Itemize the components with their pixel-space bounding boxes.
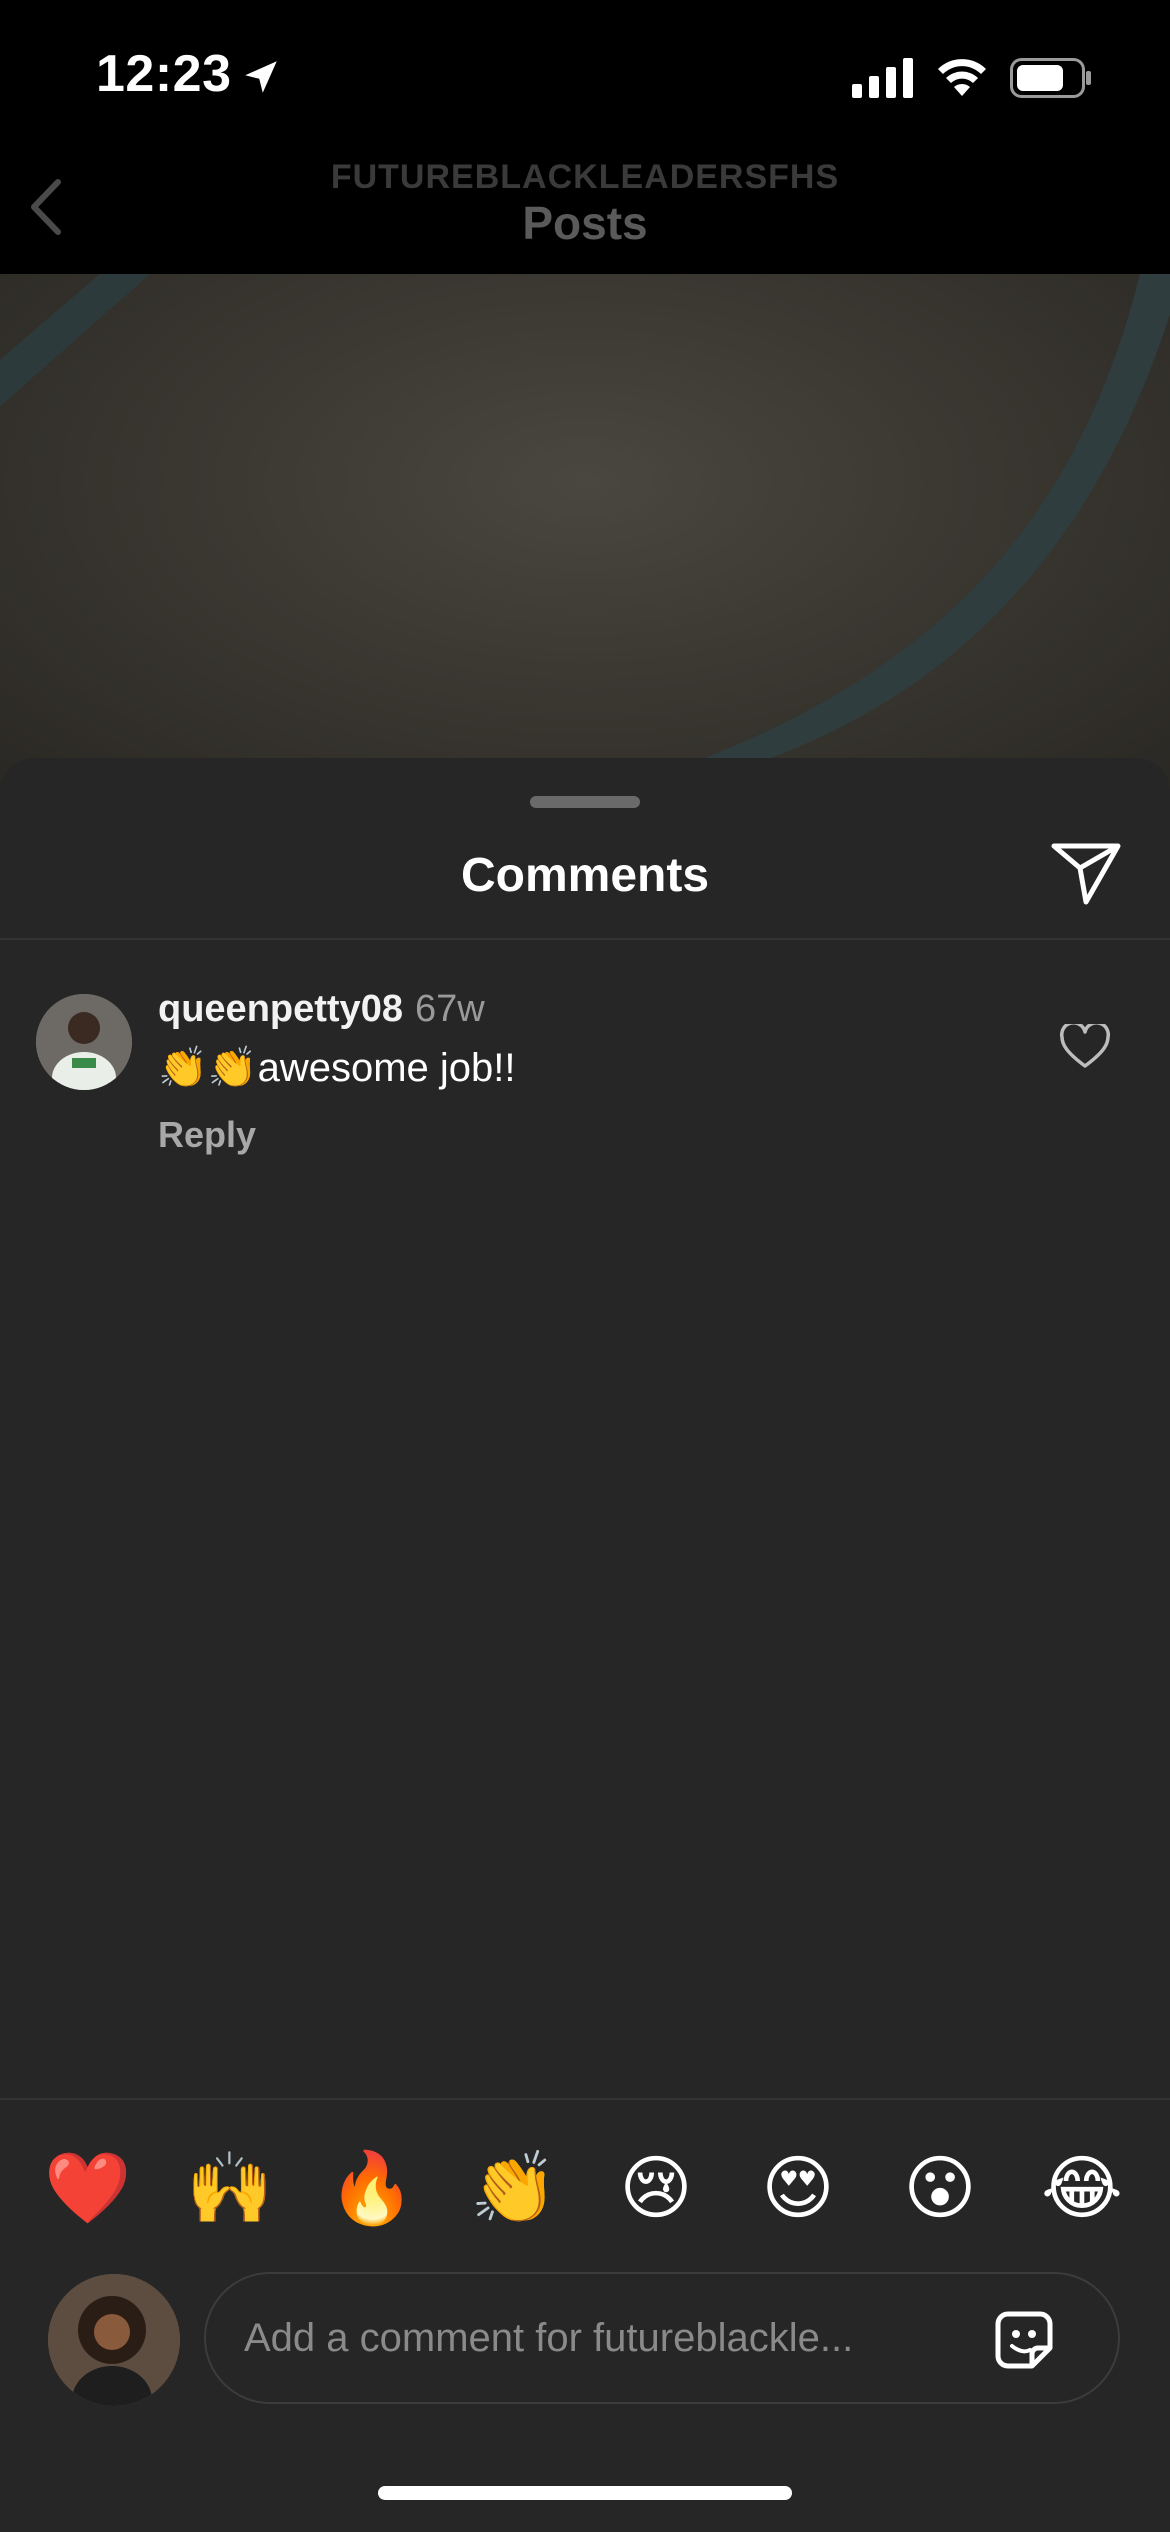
reaction-fire[interactable]: 🔥 [322,2138,422,2238]
divider [0,938,1170,940]
reaction-clap[interactable]: 👏 [464,2138,564,2238]
comment-input[interactable]: Add a comment for futureblackle... [204,2272,1120,2404]
share-send-icon[interactable] [1050,840,1122,906]
comment-username-line: queenpetty08 67w [158,988,485,1031]
comments-sheet: Comments queenpetty08 67w 👏👏awesome job!!… [0,758,1170,2532]
quick-reactions: ❤️ 🙌 🔥 👏 😢 😍 😮 😂 [0,2138,1170,2238]
battery-icon [1010,58,1091,98]
reaction-crying[interactable]: 😢 [606,2138,706,2238]
reaction-heart-eyes[interactable]: 😍 [748,2138,848,2238]
like-heart-icon[interactable] [1060,1024,1110,1070]
commenter-avatar[interactable] [36,994,132,1090]
home-indicator[interactable] [378,2486,792,2500]
sheet-grabber[interactable] [530,796,640,808]
comment-item: queenpetty08 67w 👏👏awesome job!! Reply [0,968,1170,1168]
status-time: 12:23 [96,45,232,103]
reaction-raising-hands[interactable]: 🙌 [180,2138,280,2238]
comment-time: 67w [414,988,485,1030]
top-nav: FUTUREBLACKLEADERSFHS Posts [0,140,1170,274]
location-arrow-icon [245,61,277,93]
cellular-signal-icon [852,58,913,98]
current-user-avatar[interactable] [48,2274,180,2406]
reply-button[interactable]: Reply [158,1114,256,1156]
lanyard-graphic [0,274,1170,794]
page-title: Posts [522,197,648,249]
comment-username[interactable]: queenpetty08 [158,988,403,1030]
account-name: FUTUREBLACKLEADERSFHS [330,158,840,196]
wifi-icon [938,59,986,96]
reaction-surprised[interactable]: 😮 [890,2138,990,2238]
status-bar: 12:23 [0,0,1170,140]
reaction-heart[interactable]: ❤️ [38,2138,138,2238]
sheet-title: Comments [460,849,710,902]
sticker-icon[interactable] [988,2304,1060,2376]
divider [0,2098,1170,2100]
post-image [0,274,1170,794]
comment-input-placeholder: Add a comment for futureblackle... [244,2316,854,2360]
comment-text: 👏👏awesome job!! [158,1046,516,1090]
reaction-laughing[interactable]: 😂 [1032,2138,1132,2238]
